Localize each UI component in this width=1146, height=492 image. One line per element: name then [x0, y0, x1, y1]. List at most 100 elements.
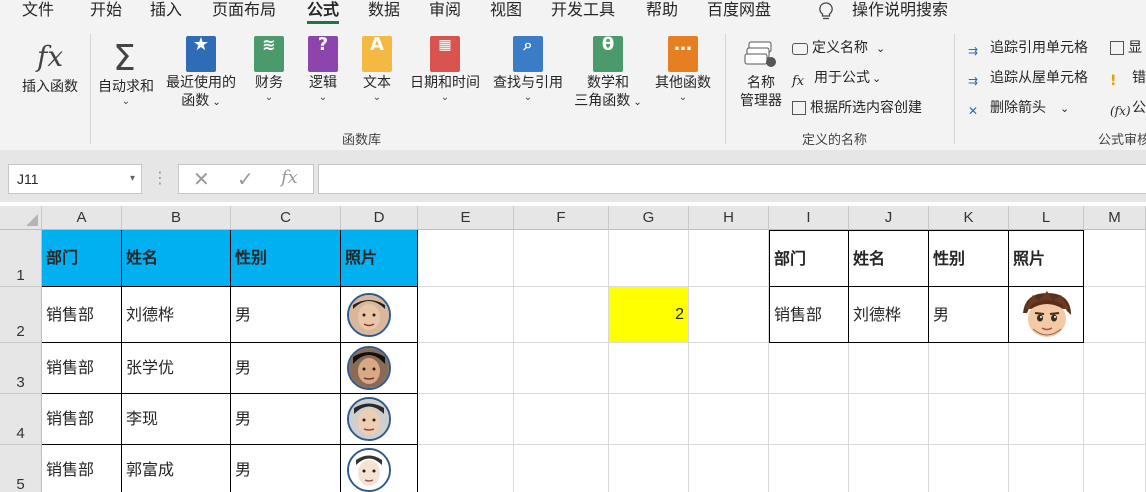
menu-home[interactable]: 开始: [90, 0, 122, 22]
person-photo[interactable]: [347, 448, 391, 492]
use-in-formula-button[interactable]: fx 用于公式 ⌄: [792, 68, 881, 89]
cell-h5[interactable]: [689, 445, 769, 492]
person-photo[interactable]: [347, 346, 391, 390]
col-header-d[interactable]: D: [341, 206, 418, 230]
cell-g5[interactable]: [609, 445, 689, 492]
cartoon-avatar[interactable]: [1013, 288, 1079, 341]
cell-m3[interactable]: [1084, 343, 1146, 394]
col-header-a[interactable]: A: [42, 206, 122, 230]
trace-precedents-button[interactable]: ⇉ 追踪引用单元格: [968, 38, 1088, 58]
menu-page-layout[interactable]: 页面布局: [212, 0, 276, 22]
table-cell[interactable]: 男: [231, 445, 341, 492]
menu-formulas[interactable]: 公式: [307, 0, 340, 24]
cell-e1[interactable]: [418, 230, 514, 287]
cell-i3[interactable]: [769, 343, 849, 394]
menu-developer[interactable]: 开发工具: [551, 0, 615, 22]
cell-m1[interactable]: [1084, 230, 1146, 287]
cell-h4[interactable]: [689, 394, 769, 445]
col-header-i[interactable]: I: [769, 206, 849, 230]
table-cell[interactable]: 张学优: [122, 343, 231, 394]
photo-cell[interactable]: [341, 445, 418, 492]
menu-help[interactable]: 帮助: [646, 0, 678, 22]
table-header-cell[interactable]: 性别: [231, 230, 341, 287]
col-header-h[interactable]: H: [689, 206, 769, 230]
tell-me-search[interactable]: 操作说明搜索: [852, 0, 948, 22]
logical-button[interactable]: ? 逻辑 ⌄: [300, 36, 346, 104]
autosum-button[interactable]: Σ 自动求和 ⌄: [95, 36, 157, 108]
error-checking-button[interactable]: ! 错: [1110, 68, 1146, 89]
table-cell[interactable]: 销售部: [769, 287, 849, 343]
more-functions-button[interactable]: … 其他函数 ⌄: [650, 36, 716, 104]
cell-m4[interactable]: [1084, 394, 1146, 445]
table-cell[interactable]: 男: [231, 394, 341, 445]
cell-l5[interactable]: [1009, 445, 1084, 492]
photo-cell[interactable]: [1009, 287, 1084, 343]
name-manager-button[interactable]: 名称 管理器: [736, 38, 786, 110]
cell-l3[interactable]: [1009, 343, 1084, 394]
evaluate-formula-button[interactable]: (fx)公: [1110, 98, 1146, 118]
math-trig-button[interactable]: θ 数学和 三角函数 ⌄: [570, 36, 646, 112]
cell-h2[interactable]: [689, 287, 769, 343]
menu-review[interactable]: 审阅: [429, 0, 461, 22]
cell-m5[interactable]: [1084, 445, 1146, 492]
cell-e3[interactable]: [418, 343, 514, 394]
cell-f2[interactable]: [514, 287, 609, 343]
define-name-button[interactable]: 定义名称 ⌄: [792, 38, 885, 59]
cell-g4[interactable]: [609, 394, 689, 445]
table-cell[interactable]: 刘德桦: [122, 287, 231, 343]
table-cell[interactable]: 男: [231, 343, 341, 394]
table-cell[interactable]: 男: [929, 287, 1009, 343]
table-cell[interactable]: 销售部: [42, 394, 122, 445]
table-header-cell[interactable]: 照片: [1009, 230, 1084, 287]
table-header-cell[interactable]: 照片: [341, 230, 418, 287]
menu-view[interactable]: 视图: [490, 0, 522, 22]
menu-data[interactable]: 数据: [368, 0, 400, 22]
table-header-cell[interactable]: 姓名: [849, 230, 929, 287]
table-cell[interactable]: 男: [231, 287, 341, 343]
cell-f3[interactable]: [514, 343, 609, 394]
text-button[interactable]: A 文本 ⌄: [354, 36, 400, 104]
cell-g1[interactable]: [609, 230, 689, 287]
table-header-cell[interactable]: 姓名: [122, 230, 231, 287]
cell-f4[interactable]: [514, 394, 609, 445]
cell-j3[interactable]: [849, 343, 929, 394]
col-header-f[interactable]: F: [514, 206, 609, 230]
show-formulas-button[interactable]: 显: [1110, 38, 1142, 58]
col-header-b[interactable]: B: [122, 206, 231, 230]
cell-i5[interactable]: [769, 445, 849, 492]
table-cell[interactable]: 刘德桦: [849, 287, 929, 343]
formula-input[interactable]: [318, 164, 1146, 194]
trace-dependents-button[interactable]: ⇉ 追踪从屋单元格: [968, 68, 1088, 88]
cancel-icon[interactable]: ✕: [193, 167, 210, 191]
chevron-down-icon[interactable]: ▾: [130, 165, 135, 193]
table-cell[interactable]: 销售部: [42, 287, 122, 343]
cell-j5[interactable]: [849, 445, 929, 492]
menu-insert[interactable]: 插入: [150, 0, 182, 22]
menu-baidu-netdisk[interactable]: 百度网盘: [707, 0, 771, 22]
row-header-5[interactable]: 5: [0, 445, 42, 492]
fx-icon[interactable]: fx: [281, 167, 298, 188]
cell-g2[interactable]: 2: [609, 287, 689, 343]
row-header-2[interactable]: 2: [0, 287, 42, 343]
table-cell[interactable]: 郭富成: [122, 445, 231, 492]
cell-f1[interactable]: [514, 230, 609, 287]
cell-g3[interactable]: [609, 343, 689, 394]
cell-k3[interactable]: [929, 343, 1009, 394]
col-header-l[interactable]: L: [1009, 206, 1084, 230]
cell-e2[interactable]: [418, 287, 514, 343]
person-photo[interactable]: [347, 397, 391, 441]
person-photo[interactable]: [347, 292, 391, 337]
photo-cell[interactable]: [341, 287, 418, 343]
cell-e4[interactable]: [418, 394, 514, 445]
col-header-j[interactable]: J: [849, 206, 929, 230]
row-header-4[interactable]: 4: [0, 394, 42, 445]
col-header-g[interactable]: G: [609, 206, 689, 230]
insert-function-button[interactable]: fx 插入函数: [18, 36, 82, 96]
col-header-e[interactable]: E: [418, 206, 514, 230]
datetime-button[interactable]: ▦ 日期和时间 ⌄: [404, 36, 486, 104]
table-header-cell[interactable]: 性别: [929, 230, 1009, 287]
lookup-reference-button[interactable]: ⌕ 查找与引用 ⌄: [488, 36, 568, 104]
cell-l4[interactable]: [1009, 394, 1084, 445]
table-header-cell[interactable]: 部门: [42, 230, 122, 287]
cell-h1[interactable]: [689, 230, 769, 287]
